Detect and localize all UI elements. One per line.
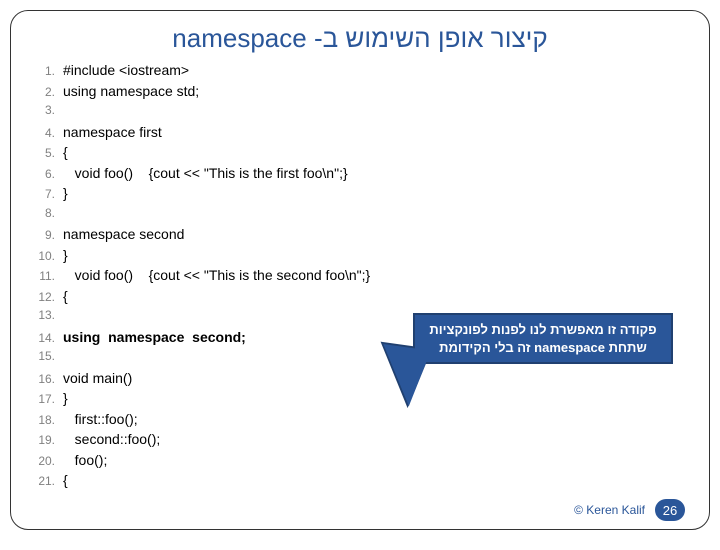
line-number: 15. xyxy=(37,349,63,363)
slide-title: קיצור אופן השימוש ב- namespace xyxy=(31,23,689,54)
line-number: 2. xyxy=(37,85,63,99)
code-text: second::foo(); xyxy=(63,431,160,447)
line-number: 18. xyxy=(37,413,63,427)
callout: פקודה זו מאפשרת לנו לפנות לפונקציות שתחת… xyxy=(413,313,673,363)
line-number: 12. xyxy=(37,290,63,304)
line-number: 7. xyxy=(37,187,63,201)
line-number: 8. xyxy=(37,206,63,220)
code-line: 21.{ xyxy=(37,472,689,493)
line-number: 17. xyxy=(37,392,63,406)
code-text: void foo() {cout << "This is the first f… xyxy=(63,165,348,181)
line-number: 13. xyxy=(37,308,63,322)
code-line: 8. xyxy=(37,206,689,227)
code-line: 7.} xyxy=(37,185,689,206)
code-text: using namespace std; xyxy=(63,83,199,99)
code-text: void foo() {cout << "This is the second … xyxy=(63,267,370,283)
code-line: 19. second::foo(); xyxy=(37,431,689,452)
line-number: 20. xyxy=(37,454,63,468)
code-line: 3. xyxy=(37,103,689,124)
line-number: 10. xyxy=(37,249,63,263)
code-line: 17.} xyxy=(37,390,689,411)
callout-line-2: שתחת namespace זה בלי הקידומת xyxy=(423,339,663,357)
code-text: } xyxy=(63,185,68,201)
line-number: 9. xyxy=(37,228,63,242)
code-text: namespace first xyxy=(63,124,162,140)
slide-frame: קיצור אופן השימוש ב- namespace 1.#includ… xyxy=(10,10,710,530)
code-line: 2.using namespace std; xyxy=(37,83,689,104)
line-number: 4. xyxy=(37,126,63,140)
line-number: 21. xyxy=(37,474,63,488)
code-line: 5.{ xyxy=(37,144,689,165)
code-text: void main() xyxy=(63,370,132,386)
code-line: 1.#include <iostream> xyxy=(37,62,689,83)
callout-tail xyxy=(375,344,431,408)
line-number: 14. xyxy=(37,331,63,345)
line-number: 6. xyxy=(37,167,63,181)
code-line: 9.namespace second xyxy=(37,226,689,247)
callout-line-1: פקודה זו מאפשרת לנו לפנות לפונקציות xyxy=(423,321,663,339)
line-number: 5. xyxy=(37,146,63,160)
code-line: 6. void foo() {cout << "This is the firs… xyxy=(37,165,689,186)
code-text: } xyxy=(63,390,68,406)
page-number-badge: 26 xyxy=(655,499,685,521)
code-text: #include <iostream> xyxy=(63,62,189,78)
code-text: namespace second xyxy=(63,226,184,242)
code-line: 10.} xyxy=(37,247,689,268)
code-text: { xyxy=(63,472,68,488)
callout-box: פקודה זו מאפשרת לנו לפנות לפונקציות שתחת… xyxy=(413,313,673,364)
code-block: 1.#include <iostream>2.using namespace s… xyxy=(37,62,689,493)
footer: © Keren Kalif 26 xyxy=(574,499,685,521)
code-line: 20. foo(); xyxy=(37,452,689,473)
code-text: } xyxy=(63,247,68,263)
code-line: 4.namespace first xyxy=(37,124,689,145)
code-text: using namespace second; xyxy=(63,329,246,345)
line-number: 19. xyxy=(37,433,63,447)
code-text: first::foo(); xyxy=(63,411,138,427)
code-text: { xyxy=(63,144,68,160)
code-line: 12.{ xyxy=(37,288,689,309)
line-number: 3. xyxy=(37,103,63,117)
code-line: 18. first::foo(); xyxy=(37,411,689,432)
code-text: { xyxy=(63,288,68,304)
copyright-text: © Keren Kalif xyxy=(574,503,645,517)
code-text: foo(); xyxy=(63,452,107,468)
line-number: 1. xyxy=(37,64,63,78)
code-line: 16.void main() xyxy=(37,370,689,391)
line-number: 11. xyxy=(37,269,63,283)
line-number: 16. xyxy=(37,372,63,386)
code-line: 11. void foo() {cout << "This is the sec… xyxy=(37,267,689,288)
